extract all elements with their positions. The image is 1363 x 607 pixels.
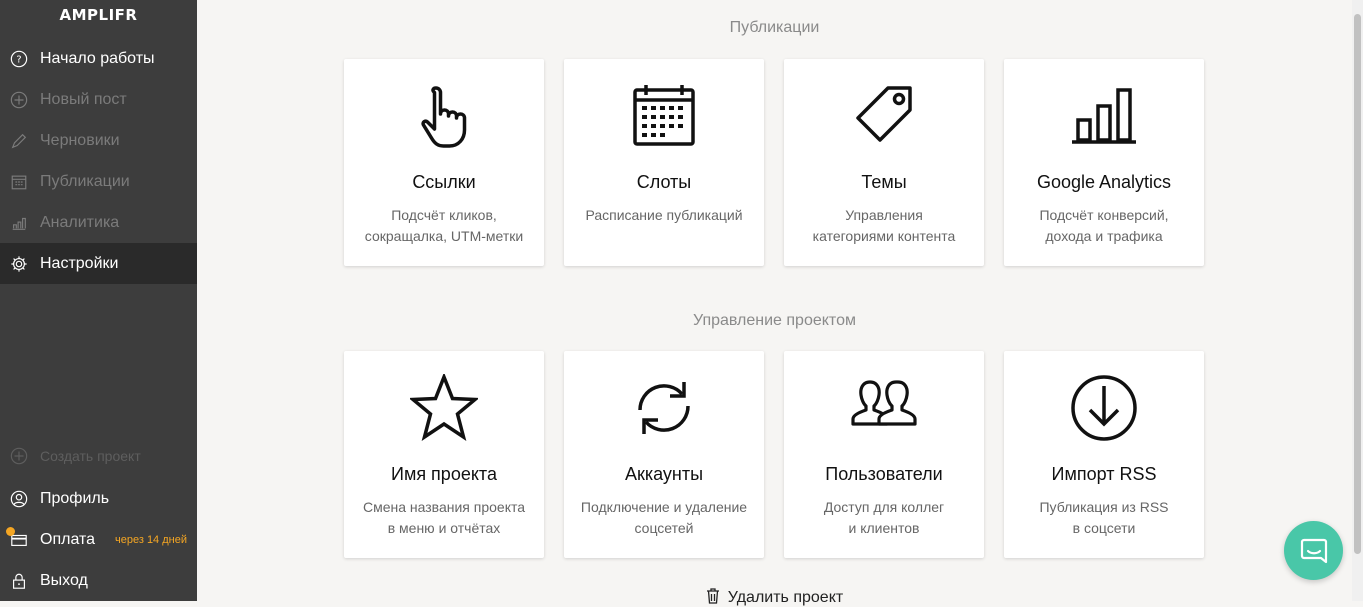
main-content: Публикации Ссылки Подсчёт кликов, сокращ… (197, 0, 1352, 606)
plus-circle-icon (9, 446, 29, 466)
scrollbar-thumb[interactable] (1354, 14, 1361, 554)
nav-item-label: Создать проект (40, 447, 141, 464)
nav-item-getting-started[interactable]: ? Начало работы (0, 38, 197, 79)
star-icon (344, 373, 544, 443)
card-slots[interactable]: Слоты Расписание публикаций (564, 59, 764, 266)
delete-project-button[interactable]: Удалить проект (197, 588, 1352, 607)
card-title: Аккаунты (624, 464, 704, 484)
calendar-icon (9, 172, 29, 192)
download-circle-icon (1004, 373, 1204, 443)
trash-icon (706, 588, 719, 604)
card-title: Пользователи (825, 464, 943, 484)
nav-item-billing[interactable]: Оплата через 14 дней (0, 519, 197, 560)
nav-item-label: Начало работы (40, 49, 155, 67)
card-description: Расписание публикаций (585, 207, 743, 223)
notification-dot (6, 527, 15, 536)
calendar-icon (564, 81, 764, 151)
nav-item-publications[interactable]: Публикации (0, 161, 197, 202)
nav-item-logout[interactable]: Выход (0, 560, 197, 601)
create-project-button[interactable]: Создать проект (0, 435, 197, 476)
scrollbar[interactable] (1352, 0, 1363, 601)
card-rss-import[interactable]: Импорт RSS Публикация из RSS в соцсети (1004, 351, 1204, 558)
card-google-analytics[interactable]: Google Analytics Подсчёт конверсий, дохо… (1004, 59, 1204, 266)
card-links[interactable]: Ссылки Подсчёт кликов, сокращалка, UTM-м… (344, 59, 544, 266)
lock-icon (9, 571, 29, 591)
chat-icon (1300, 538, 1327, 563)
card-description: Смена названия проекта в меню и отчётах (362, 499, 526, 536)
card-description: Доступ для коллег и клиентов (823, 499, 945, 536)
nav-item-label: Выход (40, 571, 88, 589)
nav-item-drafts[interactable]: Черновики (0, 120, 197, 161)
nav-item-label: Настройки (40, 254, 119, 272)
card-description: Подсчёт конверсий, дохода и трафика (1039, 207, 1169, 244)
card-description: Подключение и удаление соцсетей (580, 499, 748, 536)
card-topics[interactable]: Темы Управления категориями контента (784, 59, 984, 266)
nav-item-label: Аналитика (40, 213, 120, 231)
bar-chart-icon (9, 213, 29, 233)
user-icon (9, 489, 29, 509)
nav-item-new-post[interactable]: Новый пост (0, 79, 197, 120)
help-circle-icon: ? (9, 49, 29, 69)
section-title-publications: Публикации (729, 19, 820, 36)
chat-widget-button[interactable] (1284, 521, 1343, 580)
bar-chart-icon (1004, 81, 1204, 151)
svg-text:?: ? (16, 54, 21, 65)
sidebar: AMPLIFR ? Начало работы Новый пост Черно… (0, 0, 197, 601)
card-accounts[interactable]: Аккаунты Подключение и удаление соцсетей (564, 351, 764, 558)
card-title: Имя проекта (391, 464, 497, 484)
nav-item-label: Новый пост (40, 90, 127, 108)
plus-circle-icon (9, 90, 29, 110)
card-project-name[interactable]: Имя проекта Смена названия проекта в мен… (344, 351, 544, 558)
card-users[interactable]: Пользователи Доступ для коллег и клиенто… (784, 351, 984, 558)
section-title-project: Управление проектом (693, 312, 856, 329)
hand-pointer-icon (344, 81, 544, 151)
nav-item-label: Черновики (40, 131, 120, 149)
card-title: Ссылки (412, 172, 476, 192)
card-title: Слоты (636, 172, 692, 192)
card-title: Темы (861, 172, 907, 192)
billing-badge: через 14 дней (115, 533, 187, 546)
card-description: Публикация из RSS в соцсети (1039, 499, 1169, 536)
nav-item-analytics[interactable]: Аналитика (0, 202, 197, 243)
pencil-icon (9, 131, 29, 151)
card-description: Подсчёт кликов, сокращалка, UTM-метки (364, 207, 524, 244)
delete-project-label: Удалить проект (727, 589, 844, 606)
card-title: Импорт RSS (1051, 464, 1157, 484)
app-logo[interactable]: AMPLIFR (0, 6, 197, 24)
nav-item-label: Профиль (40, 489, 110, 507)
nav-item-label: Оплата (40, 530, 96, 548)
users-icon (784, 373, 984, 443)
gear-icon (9, 254, 29, 274)
scroll-down-arrow[interactable] (1352, 589, 1363, 601)
refresh-icon (564, 373, 764, 443)
card-title: Google Analytics (1036, 172, 1172, 192)
card-description: Управления категориями контента (812, 207, 956, 244)
tag-icon (784, 81, 984, 151)
scroll-up-arrow[interactable] (1352, 0, 1363, 12)
nav-item-settings[interactable]: Настройки (0, 243, 197, 284)
nav-item-profile[interactable]: Профиль (0, 478, 197, 519)
nav-item-label: Публикации (40, 172, 130, 190)
